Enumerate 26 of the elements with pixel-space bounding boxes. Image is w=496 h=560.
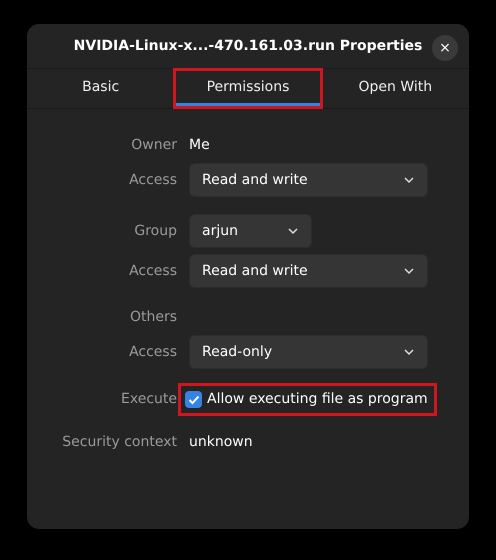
checkbox-option[interactable]: Allow executing file as program [181, 386, 434, 413]
field-label: Owner [130, 136, 177, 154]
chevron-down-icon [403, 176, 415, 184]
dropdown[interactable]: Read-only [189, 335, 428, 369]
field-label: Execute [120, 390, 177, 409]
checkbox[interactable] [185, 391, 202, 408]
tab[interactable]: Basic [29, 71, 172, 106]
close-button[interactable]: × [432, 35, 458, 61]
tab[interactable]: Open With [324, 71, 467, 106]
tab[interactable]: Permissions [176, 71, 320, 106]
field-label: Security context [61, 432, 177, 452]
window-title: NVIDIA-Linux-x...-470.161.03.run Properties [74, 36, 422, 56]
chevron-down-icon [287, 227, 299, 235]
field-value: Me [189, 136, 210, 154]
field-label: Access [128, 262, 177, 280]
checkmark-icon [188, 394, 200, 404]
chevron-down-icon [403, 348, 415, 356]
field-label: Group [133, 222, 177, 240]
dropdown[interactable]: arjun [189, 214, 312, 248]
field-label: Access [128, 342, 177, 362]
field-value: unknown [189, 432, 253, 452]
chevron-down-icon [403, 267, 415, 275]
dropdown[interactable]: Read and write [189, 254, 428, 288]
dropdown[interactable]: Read and write [189, 163, 428, 197]
field-label: Others [128, 308, 177, 326]
field-label: Access [128, 170, 177, 190]
